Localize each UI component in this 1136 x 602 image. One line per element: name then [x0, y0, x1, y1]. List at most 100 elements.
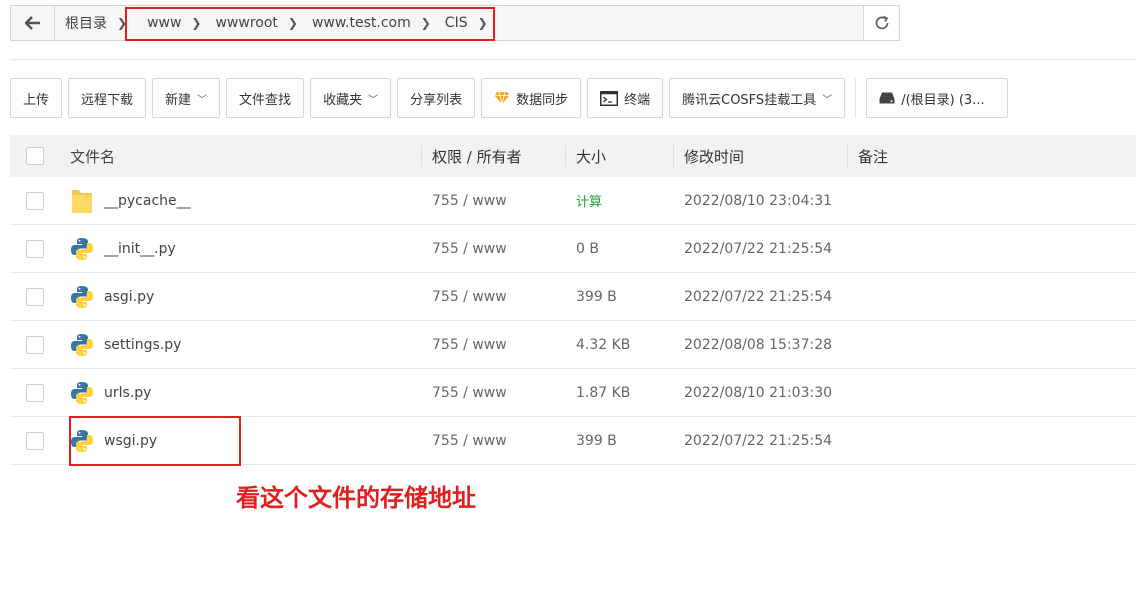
disk-label: /(根目录) (3... [901, 92, 985, 108]
breadcrumb-item-site[interactable]: www.test.com ❯ [302, 15, 435, 31]
header-time-label: 修改时间 [684, 147, 745, 166]
row-check-cell [10, 239, 60, 258]
upload-label: 上传 [23, 92, 50, 108]
breadcrumb-root[interactable]: 根目录 ❯ [55, 13, 131, 33]
row-checkbox[interactable] [26, 191, 44, 210]
terminal-button[interactable]: 终端 [587, 78, 664, 118]
row-time: 2022/07/22 21:25:54 [684, 288, 833, 305]
remote-download-button[interactable]: 远程下载 [68, 78, 147, 118]
file-name[interactable]: settings.py [104, 337, 181, 353]
table-row[interactable]: settings.py 755 / www 4.32 KB 2022/08/08… [10, 321, 1136, 369]
python-icon [71, 285, 93, 308]
row-perm[interactable]: 755 / www [422, 241, 566, 257]
share-list-label: 分享列表 [410, 92, 463, 108]
terminal-label: 终端 [624, 92, 651, 108]
row-name-cell[interactable]: __init__.py [60, 237, 422, 261]
row-size: 1.87 KB [576, 384, 631, 401]
table-header: 文件名 权限 / 所有者 大小 修改时间 备注 [10, 135, 1136, 177]
divider [10, 59, 1136, 60]
terminal-icon [600, 90, 619, 106]
header-time[interactable]: 修改时间 [674, 135, 848, 177]
folder-icon [72, 189, 92, 213]
file-name[interactable]: __init__.py [104, 241, 176, 257]
row-perm[interactable]: 755 / www [422, 193, 566, 209]
annotation-text: 看这个文件的存储地址 [236, 484, 476, 512]
row-check-cell [10, 335, 60, 354]
table-row[interactable]: asgi.py 755 / www 399 B 2022/07/22 21:25… [10, 273, 1136, 321]
row-perm[interactable]: 755 / www [422, 385, 566, 401]
breadcrumb-item-label: CIS [444, 15, 468, 31]
header-name-label: 文件名 [70, 147, 116, 166]
row-perm[interactable]: 755 / www [422, 433, 566, 449]
python-icon [71, 237, 93, 260]
new-button[interactable]: 新建 ﹀ [152, 78, 221, 118]
row-perm[interactable]: 755 / www [422, 289, 566, 305]
chevron-down-icon: ﹀ [822, 94, 833, 106]
favorites-button[interactable]: 收藏夹 ﹀ [310, 78, 392, 118]
table-row[interactable]: wsgi.py 755 / www 399 B 2022/07/22 21:25… [10, 417, 1136, 465]
row-name-cell[interactable]: urls.py [60, 381, 422, 405]
file-search-button[interactable]: 文件查找 [226, 78, 305, 118]
file-table: 文件名 权限 / 所有者 大小 修改时间 备注 __pycache__ 755 … [10, 135, 1136, 465]
header-note-label: 备注 [858, 147, 889, 166]
share-list-button[interactable]: 分享列表 [397, 78, 476, 118]
row-time: 2022/07/22 21:25:54 [684, 240, 833, 257]
favorites-label: 收藏夹 [323, 92, 363, 108]
diamond-icon [494, 91, 510, 105]
row-checkbox[interactable] [26, 383, 44, 402]
row-check-cell [10, 191, 60, 210]
header-name[interactable]: 文件名 [60, 135, 422, 177]
row-checkbox[interactable] [26, 335, 44, 354]
row-time: 2022/07/22 21:25:54 [684, 432, 833, 449]
chevron-down-icon: ﹀ [368, 94, 379, 106]
remote-download-label: 远程下载 [81, 92, 134, 108]
row-checkbox[interactable] [26, 431, 44, 450]
breadcrumb-item-wwwroot[interactable]: wwwroot ❯ [205, 15, 301, 31]
file-name[interactable]: wsgi.py [104, 433, 157, 449]
cosfs-mount-button[interactable]: 腾讯云COSFS挂载工具 ﹀ [669, 78, 846, 118]
header-perm[interactable]: 权限 / 所有者 [422, 135, 566, 177]
row-time: 2022/08/10 21:03:30 [684, 384, 833, 401]
row-name-cell[interactable]: __pycache__ [60, 187, 422, 215]
header-size-label: 大小 [576, 147, 607, 166]
row-checkbox[interactable] [26, 239, 44, 258]
row-time: 2022/08/10 23:04:31 [684, 192, 833, 209]
python-icon [71, 381, 93, 404]
header-size[interactable]: 大小 [566, 135, 674, 177]
row-perm[interactable]: 755 / www [422, 337, 566, 353]
refresh-button[interactable] [863, 6, 899, 40]
disk-button[interactable]: /(根目录) (3... [866, 78, 1009, 118]
chevron-right-icon: ❯ [477, 16, 488, 30]
select-all-cell [10, 135, 60, 177]
python-icon [71, 333, 93, 356]
table-row[interactable]: urls.py 755 / www 1.87 KB 2022/08/10 21:… [10, 369, 1136, 417]
row-check-cell [10, 383, 60, 402]
python-icon [71, 429, 93, 452]
breadcrumb-item-www[interactable]: www ❯ [131, 15, 205, 31]
row-name-cell[interactable]: wsgi.py [60, 429, 422, 453]
row-size: 399 B [576, 432, 617, 449]
cosfs-label: 腾讯云COSFS挂载工具 [682, 92, 817, 108]
breadcrumb-item-label: www [147, 15, 182, 31]
row-time: 2022/08/08 15:37:28 [684, 336, 833, 353]
arrow-left-icon [24, 16, 40, 30]
row-name-cell[interactable]: settings.py [60, 333, 422, 357]
breadcrumb-item-cis[interactable]: CIS ❯ [435, 15, 492, 31]
row-checkbox[interactable] [26, 287, 44, 306]
breadcrumb: 根目录 ❯ www ❯ wwwroot ❯ www.test.com ❯ CIS… [55, 6, 863, 40]
file-name[interactable]: asgi.py [104, 289, 154, 305]
back-button[interactable] [11, 6, 55, 40]
file-search-label: 文件查找 [239, 92, 292, 108]
table-row[interactable]: __pycache__ 755 / www 计算 2022/08/10 23:0… [10, 177, 1136, 225]
calculate-size-link[interactable]: 计算 [576, 195, 602, 210]
select-all-checkbox[interactable] [26, 147, 44, 165]
file-name[interactable]: urls.py [104, 385, 151, 401]
table-row[interactable]: __init__.py 755 / www 0 B 2022/07/22 21:… [10, 225, 1136, 273]
row-size: 399 B [576, 288, 617, 305]
data-sync-button[interactable]: 数据同步 [481, 78, 582, 118]
header-note: 备注 [848, 135, 1136, 177]
file-name[interactable]: __pycache__ [104, 193, 191, 209]
refresh-icon [875, 15, 888, 30]
upload-button[interactable]: 上传 [10, 78, 63, 118]
row-name-cell[interactable]: asgi.py [60, 285, 422, 309]
